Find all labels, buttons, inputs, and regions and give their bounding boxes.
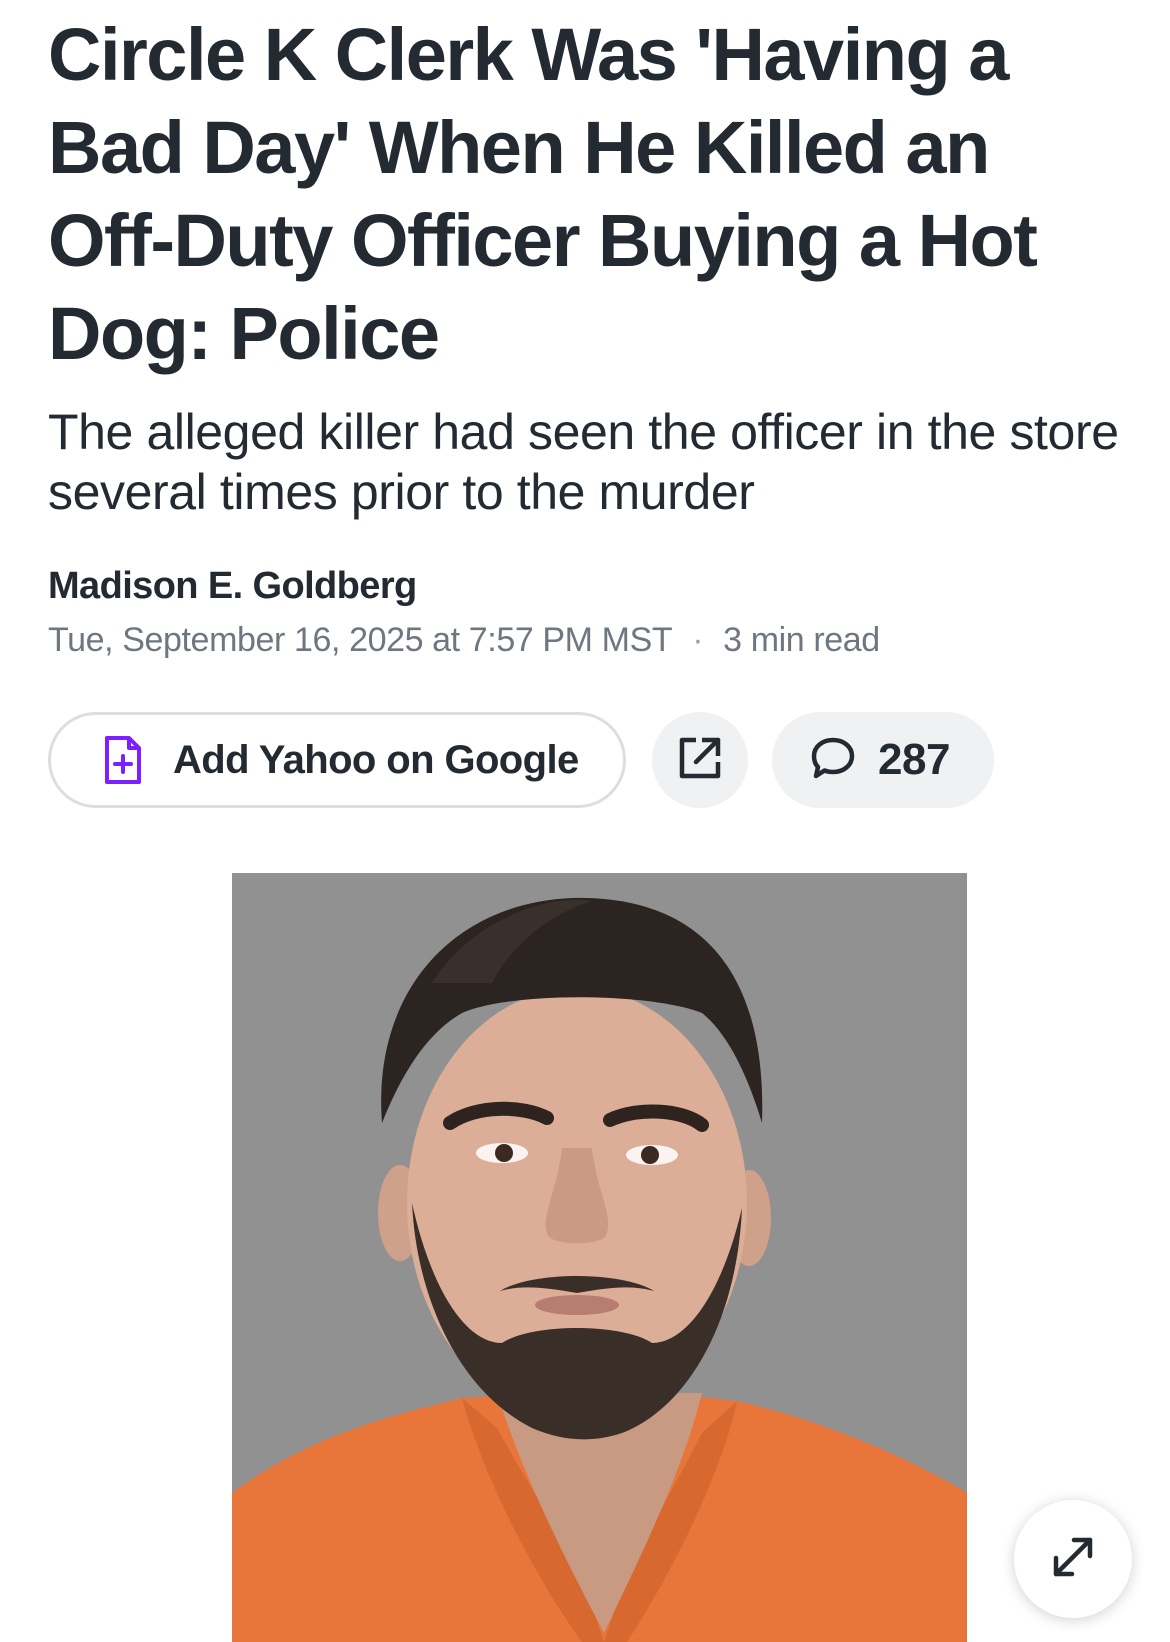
add-yahoo-on-google-label: Add Yahoo on Google bbox=[173, 737, 579, 782]
comments-button[interactable]: 287 bbox=[772, 712, 994, 808]
document-plus-icon bbox=[103, 736, 143, 784]
article-photo[interactable] bbox=[232, 873, 967, 1642]
article-subheadline: The alleged killer had seen the officer … bbox=[48, 404, 1119, 520]
share-button[interactable] bbox=[652, 712, 748, 808]
meta-separator: · bbox=[692, 621, 704, 659]
expand-image-button[interactable] bbox=[1014, 1500, 1132, 1618]
publish-date: Tue, September 16, 2025 at 7:57 PM MST bbox=[48, 621, 673, 659]
external-link-icon bbox=[678, 736, 722, 785]
article-header: Circle K Clerk Was 'Having a Bad Day' Wh… bbox=[48, 0, 1128, 808]
article-headline: Circle K Clerk Was 'Having a Bad Day' Wh… bbox=[48, 13, 1038, 375]
author-name[interactable]: Madison E. Goldberg bbox=[48, 564, 1128, 608]
expand-arrows-icon bbox=[1048, 1532, 1098, 1587]
article-actions: Add Yahoo on Google 287 bbox=[48, 712, 1128, 808]
speech-bubble-icon bbox=[810, 736, 856, 785]
read-time: 3 min read bbox=[723, 621, 880, 659]
add-yahoo-on-google-button[interactable]: Add Yahoo on Google bbox=[48, 712, 626, 808]
article-meta: Tue, September 16, 2025 at 7:57 PM MST ·… bbox=[48, 620, 1128, 660]
comment-count: 287 bbox=[878, 735, 950, 784]
mugshot-photo bbox=[232, 873, 967, 1642]
